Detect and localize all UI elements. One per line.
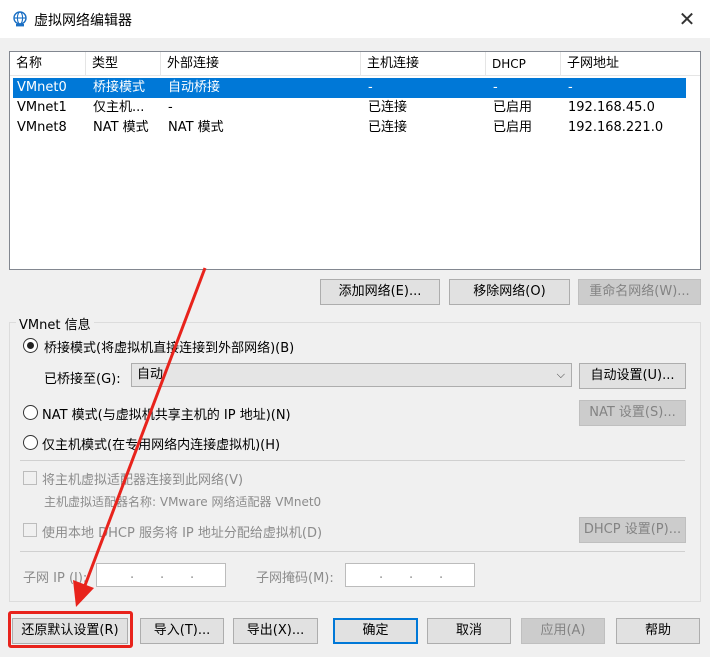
column-header-host[interactable]: 主机连接 xyxy=(361,52,486,76)
ok-button[interactable]: 确定 xyxy=(333,618,418,644)
column-header-subnet[interactable]: 子网地址 xyxy=(561,52,700,76)
subnet-ip-input[interactable]: . . . xyxy=(96,563,226,587)
row-cell: 仅主机... xyxy=(93,100,145,115)
ip-separator: . xyxy=(409,567,414,582)
column-header-dhcp[interactable]: DHCP xyxy=(486,52,561,76)
subnet-ip-label: 子网 IP (I): xyxy=(23,571,88,586)
network-list[interactable]: 名称 类型 外部连接 主机连接 DHCP 子网地址 VMnet0 桥接模式 自动… xyxy=(9,51,701,270)
bridged-radio[interactable] xyxy=(23,338,38,353)
row-cell: VMnet0 xyxy=(17,80,67,95)
auto-settings-button[interactable]: 自动设置(U)... xyxy=(579,363,686,389)
row-cell: - xyxy=(493,80,498,95)
window-title: 虚拟网络编辑器 xyxy=(34,13,132,29)
row-cell: - xyxy=(368,80,373,95)
column-header-type[interactable]: 类型 xyxy=(86,52,161,76)
bridged-radio-label[interactable]: 桥接模式(将虚拟机直接连接到外部网络)(B) xyxy=(44,337,294,356)
title-bar: 虚拟网络编辑器 ✕ xyxy=(0,0,710,38)
column-header-external[interactable]: 外部连接 xyxy=(161,52,361,76)
row-cell: 自动桥接 xyxy=(168,80,221,95)
ip-separator: . xyxy=(439,567,444,582)
row-cell: 192.168.221.0 xyxy=(568,120,664,135)
ip-separator: . xyxy=(190,567,195,582)
row-cell: - xyxy=(568,80,573,95)
add-network-button[interactable]: 添加网络(E)... xyxy=(320,279,440,305)
use-dhcp-checkbox[interactable] xyxy=(23,523,37,537)
divider xyxy=(20,460,685,461)
table-row[interactable]: VMnet0 桥接模式 自动桥接 - - - xyxy=(13,78,686,98)
list-header: 名称 类型 外部连接 主机连接 DHCP 子网地址 xyxy=(10,52,700,76)
row-cell: - xyxy=(168,100,173,115)
apply-button[interactable]: 应用(A) xyxy=(521,618,605,644)
annotation-highlight-box xyxy=(8,611,133,648)
row-cell: VMnet1 xyxy=(17,100,67,115)
bridged-to-value: 自动 xyxy=(137,367,164,382)
column-header-name[interactable]: 名称 xyxy=(10,52,86,76)
row-cell: 已连接 xyxy=(368,100,408,115)
row-cell: NAT 模式 xyxy=(93,120,149,135)
row-cell: 已启用 xyxy=(493,100,533,115)
ip-separator: . xyxy=(130,567,135,582)
divider xyxy=(20,551,685,552)
host-only-radio-label[interactable]: 仅主机模式(在专用网络内连接虚拟机)(H) xyxy=(42,434,280,453)
vmnet-info-label: VMnet 信息 xyxy=(16,314,94,333)
nat-radio-label[interactable]: NAT 模式(与虚拟机共享主机的 IP 地址)(N) xyxy=(42,404,291,423)
rename-network-button[interactable]: 重命名网络(W)... xyxy=(578,279,701,305)
network-globe-icon xyxy=(13,11,27,27)
ip-separator: . xyxy=(379,567,384,582)
use-dhcp-label[interactable]: 使用本地 DHCP 服务将 IP 地址分配给虚拟机(D) xyxy=(42,522,322,541)
dhcp-settings-button[interactable]: DHCP 设置(P)... xyxy=(579,517,686,543)
row-cell: 已启用 xyxy=(493,120,533,135)
row-cell: 桥接模式 xyxy=(93,80,146,95)
nat-settings-button[interactable]: NAT 设置(S)... xyxy=(579,400,686,426)
table-row[interactable]: VMnet1 仅主机... - 已连接 已启用 192.168.45.0 xyxy=(13,98,686,118)
ip-separator: . xyxy=(160,567,165,582)
host-only-radio[interactable] xyxy=(23,435,38,450)
adapter-name-text: 主机虚拟适配器名称: VMware 网络适配器 VMnet0 xyxy=(44,495,322,509)
nat-radio[interactable] xyxy=(23,405,38,420)
import-button[interactable]: 导入(T)... xyxy=(140,618,224,644)
bridged-to-label: 已桥接至(G): xyxy=(44,372,121,387)
row-cell: NAT 模式 xyxy=(168,120,224,135)
row-cell: 192.168.45.0 xyxy=(568,100,655,115)
table-row[interactable]: VMnet8 NAT 模式 NAT 模式 已连接 已启用 192.168.221… xyxy=(13,118,686,138)
subnet-mask-label: 子网掩码(M): xyxy=(256,571,334,586)
subnet-mask-input[interactable]: . . . xyxy=(345,563,475,587)
close-icon[interactable]: ✕ xyxy=(674,6,700,32)
bridged-to-select[interactable]: 自动 ⌵ xyxy=(131,363,572,387)
connect-adapter-checkbox[interactable] xyxy=(23,471,37,485)
row-cell: VMnet8 xyxy=(17,120,67,135)
row-cell: 已连接 xyxy=(368,120,408,135)
help-button[interactable]: 帮助 xyxy=(616,618,700,644)
chevron-down-icon: ⌵ xyxy=(556,368,565,381)
connect-adapter-label[interactable]: 将主机虚拟适配器连接到此网络(V) xyxy=(42,469,243,488)
export-button[interactable]: 导出(X)... xyxy=(233,618,318,644)
remove-network-button[interactable]: 移除网络(O) xyxy=(449,279,570,305)
cancel-button[interactable]: 取消 xyxy=(427,618,511,644)
